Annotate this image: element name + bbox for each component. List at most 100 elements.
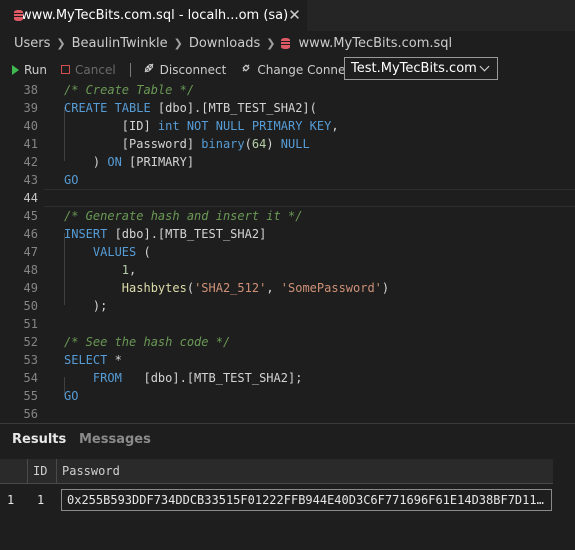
- code-token: [Password]: [64, 137, 202, 151]
- code-text: CREATE TABLE [dbo].[MTB_TEST_SHA2](: [64, 99, 317, 117]
- code-line[interactable]: 49 Hashbytes('SHA2_512', 'SomePassword'): [0, 279, 575, 297]
- line-number: 52: [23, 335, 38, 349]
- code-line[interactable]: 46 INSERT [dbo].[MTB_TEST_SHA2]: [0, 225, 575, 243]
- connection-select[interactable]: Test.MyTecBits.com: [344, 57, 498, 80]
- code-line[interactable]: 40 [ID] int NOT NULL PRIMARY KEY,: [0, 117, 575, 135]
- chevron-right-icon: ❯: [56, 36, 66, 50]
- code-text: /* See the hash code */: [64, 333, 230, 351]
- toolbar-divider: [129, 62, 131, 77]
- code-line[interactable]: 55 GO: [0, 387, 575, 405]
- run-button[interactable]: Run: [12, 63, 47, 77]
- code-token: [PRIMARY]: [129, 155, 195, 169]
- chevron-right-icon: ❯: [173, 36, 183, 50]
- line-number: 49: [23, 281, 38, 295]
- code-line[interactable]: 43 GO: [0, 171, 575, 189]
- code-line[interactable]: 42 ) ON [PRIMARY]: [0, 153, 575, 171]
- code-token: int NOT NULL PRIMARY KEY: [157, 119, 332, 133]
- disconnect-button[interactable]: Disconnect: [143, 62, 227, 77]
- code-text: GO: [64, 387, 78, 405]
- row-number-header: [0, 459, 28, 484]
- chevron-right-icon: ❯: [266, 36, 276, 50]
- code-token: 'SHA2_512': [194, 281, 267, 295]
- code-text: ) ON [PRIMARY]: [64, 153, 194, 171]
- code-line[interactable]: 39 CREATE TABLE [dbo].[MTB_TEST_SHA2](: [0, 99, 575, 117]
- code-token: ON: [107, 155, 130, 169]
- line-number: 44: [23, 191, 38, 205]
- cell-password[interactable]: 0x255B593DDF734DDCB33515F01222FFB944E40D…: [61, 489, 552, 511]
- code-token: INSERT: [64, 227, 115, 241]
- chevron-down-icon: [479, 61, 490, 72]
- cancel-button[interactable]: Cancel: [61, 63, 116, 77]
- editor-tab-active[interactable]: www.MyTecBits.com.sql - localh...om (sa)…: [0, 0, 308, 31]
- line-number: 51: [23, 317, 38, 331]
- breadcrumb-item-downloads[interactable]: Downloads: [189, 36, 260, 51]
- editor-tab-bar: www.MyTecBits.com.sql - localh...om (sa)…: [0, 0, 575, 31]
- code-token: (: [186, 281, 195, 295]
- code-text: FROM [dbo].[MTB_TEST_SHA2];: [64, 369, 303, 387]
- query-toolbar: Run Cancel Disconnect Change Connection …: [0, 56, 575, 83]
- code-text: /* Create Table */: [64, 81, 194, 99]
- code-line[interactable]: 56: [0, 405, 575, 423]
- close-icon[interactable]: ✕: [288, 8, 301, 23]
- code-token: CREATE TABLE: [64, 101, 158, 115]
- line-number: 53: [23, 353, 38, 367]
- breadcrumb-item-users[interactable]: Users: [14, 36, 50, 51]
- code-token: GO: [64, 173, 79, 187]
- code-line[interactable]: 44: [0, 189, 575, 207]
- line-number: 41: [23, 137, 38, 151]
- code-line[interactable]: 50 );: [0, 297, 575, 315]
- results-panel: Results Messages ID Password 1 1 0x255B5…: [0, 423, 575, 550]
- column-header-password[interactable]: Password: [57, 459, 553, 484]
- code-token: FROM: [92, 371, 144, 385]
- disconnect-label: Disconnect: [159, 62, 227, 77]
- code-text: [Password] binary(64) NULL: [64, 135, 310, 153]
- column-header-id[interactable]: ID: [28, 459, 57, 484]
- code-line[interactable]: 52 /* See the hash code */: [0, 333, 575, 351]
- code-token: (: [244, 137, 252, 151]
- code-token: 64: [251, 137, 267, 151]
- code-line[interactable]: 45 /* Generate hash and insert it */: [0, 207, 575, 225]
- code-line[interactable]: 47 VALUES (: [0, 243, 575, 261]
- code-token: VALUES: [92, 245, 144, 259]
- code-token: 1: [121, 263, 130, 277]
- line-number: 42: [23, 155, 38, 169]
- code-token: ): [266, 137, 281, 151]
- code-text: Hashbytes('SHA2_512', 'SomePassword'): [64, 279, 389, 297]
- cancel-label: Cancel: [75, 62, 116, 77]
- line-number: 54: [23, 371, 38, 385]
- code-line[interactable]: 38 /* Create Table */: [0, 81, 575, 99]
- line-number: 38: [23, 83, 38, 97]
- code-token: (: [143, 245, 151, 259]
- cell-id[interactable]: 1: [32, 489, 56, 511]
- line-number: 40: [23, 119, 38, 133]
- breadcrumb-item-file[interactable]: www.MyTecBits.com.sql: [298, 36, 452, 51]
- code-token: /* See the hash code */: [64, 335, 231, 349]
- code-line[interactable]: 54 FROM [dbo].[MTB_TEST_SHA2];: [0, 369, 575, 387]
- code-token: ): [64, 155, 108, 169]
- tab-messages[interactable]: Messages: [79, 432, 151, 447]
- plug-icon: [240, 62, 252, 77]
- code-line[interactable]: 51: [0, 315, 575, 333]
- line-number: 45: [23, 209, 38, 223]
- tab-results[interactable]: Results: [12, 432, 66, 447]
- code-line[interactable]: 53 SELECT *: [0, 351, 575, 369]
- run-label: Run: [24, 62, 48, 77]
- code-token: ,: [331, 119, 339, 133]
- code-text: SELECT *: [64, 351, 122, 369]
- code-token: SELECT: [64, 353, 115, 367]
- breadcrumb: Users ❯ BeaulinTwinkle ❯ Downloads ❯ www…: [0, 31, 575, 55]
- line-number: 50: [23, 299, 38, 313]
- connection-value: Test.MyTecBits.com: [351, 61, 477, 76]
- code-text: VALUES (: [64, 243, 151, 261]
- code-token: GO: [64, 389, 79, 403]
- tab-title: www.MyTecBits.com.sql - localh...om (sa): [21, 8, 289, 23]
- line-number: 46: [23, 227, 38, 241]
- breadcrumb-item-user[interactable]: BeaulinTwinkle: [72, 36, 168, 51]
- code-line[interactable]: 41 [Password] binary(64) NULL: [0, 135, 575, 153]
- sql-editor[interactable]: 38 /* Create Table */ 39 CREATE TABLE [dbo]…: [0, 81, 575, 423]
- code-token: [dbo].[MTB_TEST_SHA2];: [143, 371, 303, 385]
- code-line[interactable]: 48 1,: [0, 261, 575, 279]
